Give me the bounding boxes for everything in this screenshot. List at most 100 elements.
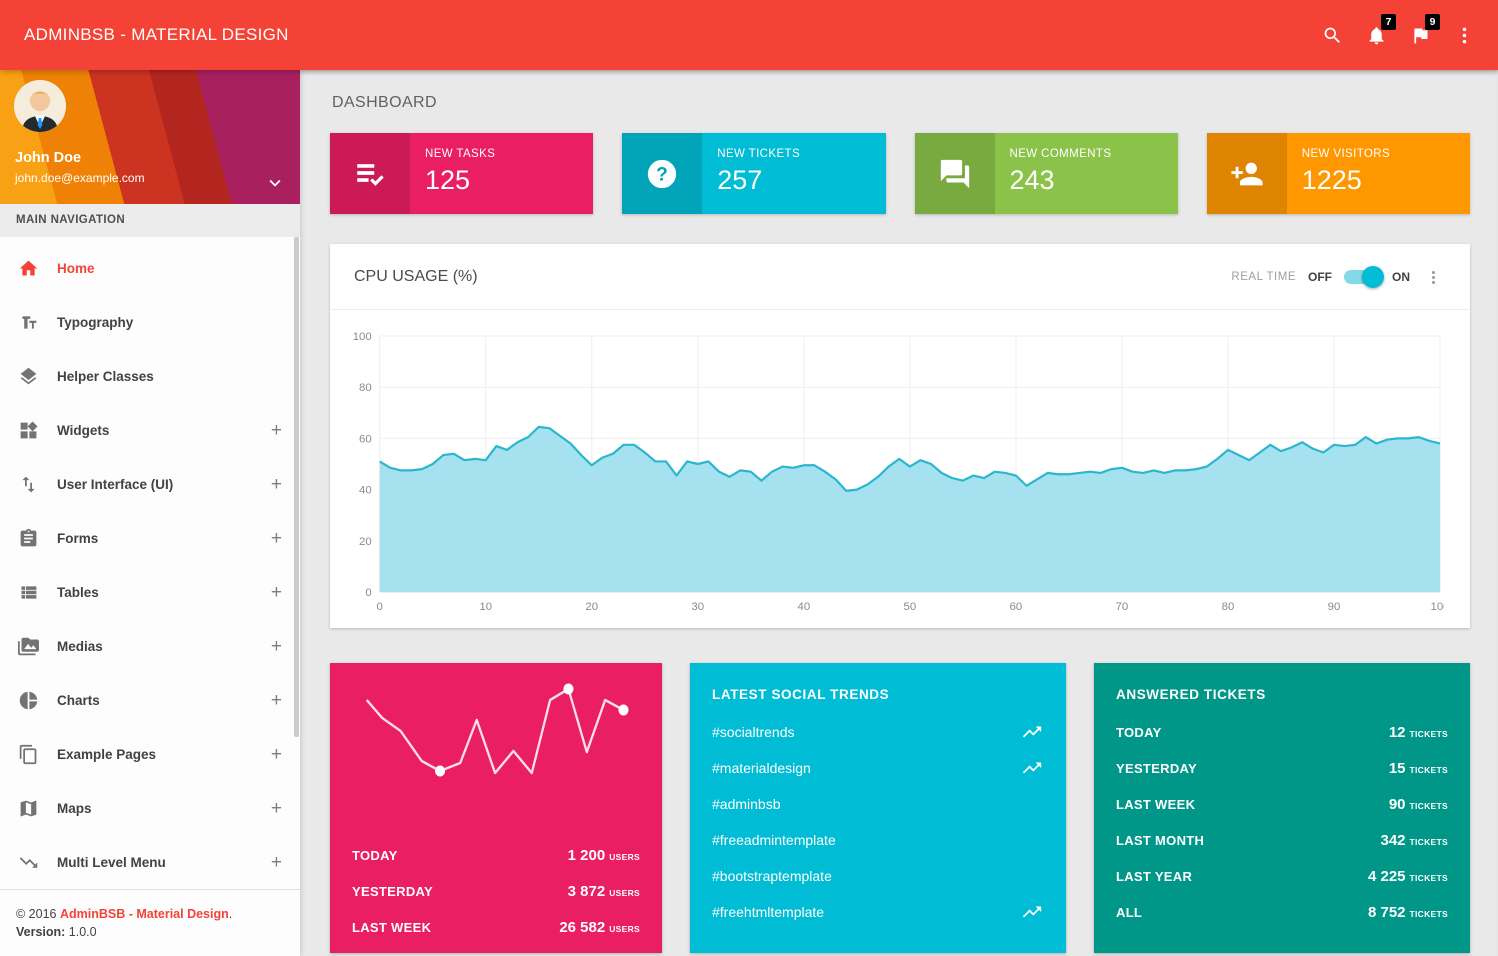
info-box-new-visitors: NEW VISITORS 1225	[1207, 133, 1470, 214]
sidebar-item-maps[interactable]: Maps +	[0, 781, 300, 835]
info-box-value: 257	[717, 165, 800, 196]
svg-text:90: 90	[1328, 601, 1341, 613]
ticket-row-all: ALL 8 752TICKETS	[1116, 894, 1448, 930]
user-email: john.doe@example.com	[15, 171, 145, 185]
table-list-icon	[17, 581, 39, 603]
expand-plus-icon[interactable]: +	[271, 745, 282, 764]
info-box-label: NEW COMMENTS	[1010, 148, 1112, 160]
header-icons: 7 9	[1310, 13, 1486, 57]
visitors-stats-card: TODAY 1 200USERS YESTERDAY 3 872USERS LA…	[330, 663, 662, 953]
social-trends-card: LATEST SOCIAL TRENDS #socialtrends #mate…	[690, 663, 1066, 953]
trend-item-freeadmintemplate[interactable]: #freeadmintemplate	[712, 822, 1044, 858]
svg-text:60: 60	[359, 433, 372, 445]
sidebar-scrollbar[interactable]	[294, 237, 299, 737]
swap-arrows-icon	[17, 473, 39, 495]
svg-text:30: 30	[691, 601, 704, 613]
info-boxes-row: NEW TASKS 125 ? NEW TICKETS 257 NEW COMM…	[330, 133, 1470, 214]
person-add-icon	[1207, 133, 1287, 214]
sparkline-svg	[330, 663, 662, 823]
pie-chart-icon	[17, 689, 39, 711]
version-line: Version: 1.0.0	[16, 925, 284, 939]
answered-tickets-card: ANSWERED TICKETS TODAY 12TICKETS YESTERD…	[1094, 663, 1470, 953]
flag-icon[interactable]: 9	[1398, 13, 1442, 57]
help-circle-icon: ?	[622, 133, 702, 214]
trending-up-icon	[1020, 756, 1044, 780]
user-info-panel: John Doe john.doe@example.com	[0, 70, 300, 204]
card-kebab-menu-icon[interactable]	[1420, 264, 1446, 290]
sidebar-item-charts[interactable]: Charts +	[0, 673, 300, 727]
svg-text:60: 60	[1010, 601, 1023, 613]
trend-item-socialtrends[interactable]: #socialtrends	[712, 714, 1044, 750]
svg-text:80: 80	[359, 382, 372, 394]
stat-row-yesterday: YESTERDAY 3 872USERS	[352, 873, 640, 909]
expand-plus-icon[interactable]: +	[271, 799, 282, 818]
sidebar-item-user-interface[interactable]: User Interface (UI) +	[0, 457, 300, 511]
ticket-row-last-year: LAST YEAR 4 225TICKETS	[1116, 858, 1448, 894]
sidebar-item-multi-level-menu[interactable]: Multi Level Menu +	[0, 835, 300, 889]
svg-text:80: 80	[1222, 601, 1235, 613]
ticket-row-last-week: LAST WEEK 90TICKETS	[1116, 786, 1448, 822]
copy-pages-icon	[17, 743, 39, 765]
sidebar-item-forms[interactable]: Forms +	[0, 511, 300, 565]
brand-link[interactable]: AdminBSB - Material Design	[60, 907, 229, 921]
sidebar-item-widgets[interactable]: Widgets +	[0, 403, 300, 457]
svg-text:40: 40	[797, 601, 810, 613]
sidebar-item-medias[interactable]: Medias +	[0, 619, 300, 673]
avatar[interactable]	[14, 80, 66, 132]
info-box-new-tasks: NEW TASKS 125	[330, 133, 593, 214]
media-image-icon	[17, 635, 39, 657]
expand-plus-icon[interactable]: +	[271, 475, 282, 494]
svg-text:20: 20	[585, 601, 598, 613]
sidebar: John Doe john.doe@example.com MAIN NAVIG…	[0, 70, 300, 956]
info-box-label: NEW TASKS	[425, 148, 495, 160]
sidebar-item-home[interactable]: Home	[0, 241, 300, 295]
main-content: DASHBOARD NEW TASKS 125 ? NEW TICKETS 25…	[300, 70, 1498, 956]
toggle-off-label: OFF	[1308, 270, 1332, 284]
flag-badge: 9	[1425, 14, 1440, 30]
trend-item-adminbsb[interactable]: #adminbsb	[712, 786, 1044, 822]
expand-plus-icon[interactable]: +	[271, 853, 282, 872]
sidebar-item-tables[interactable]: Tables +	[0, 565, 300, 619]
realtime-label: REAL TIME	[1231, 271, 1296, 283]
sparkline-chart	[330, 663, 662, 823]
sidebar-footer: © 2016 AdminBSB - Material Design. Versi…	[0, 889, 300, 956]
trend-item-materialdesign[interactable]: #materialdesign	[712, 750, 1044, 786]
expand-plus-icon[interactable]: +	[271, 637, 282, 656]
map-icon	[17, 797, 39, 819]
cpu-chart-svg: 0102030405060708090100020406080100	[344, 324, 1444, 620]
svg-text:100: 100	[1431, 601, 1444, 613]
expand-plus-icon[interactable]: +	[271, 421, 282, 440]
cpu-card-title: CPU USAGE (%)	[354, 268, 478, 286]
chevron-down-icon[interactable]	[262, 170, 288, 196]
trend-item-freehtmltemplate[interactable]: #freehtmltemplate	[712, 894, 1044, 930]
info-box-value: 1225	[1302, 165, 1390, 196]
sidebar-item-example-pages[interactable]: Example Pages +	[0, 727, 300, 781]
kebab-menu-icon[interactable]	[1442, 13, 1486, 57]
stat-row-today: TODAY 1 200USERS	[352, 837, 640, 873]
notifications-bell-icon[interactable]: 7	[1354, 13, 1398, 57]
trend-item-bootstraptemplate[interactable]: #bootstraptemplate	[712, 858, 1044, 894]
svg-text:?: ?	[656, 164, 668, 185]
app-header: ADMINBSB - MATERIAL DESIGN 7 9	[0, 0, 1498, 70]
ticket-rows: TODAY 12TICKETS YESTERDAY 15TICKETS LAST…	[1116, 714, 1448, 930]
svg-text:40: 40	[359, 485, 372, 497]
realtime-toggle[interactable]	[1344, 265, 1380, 289]
playlist-check-icon	[330, 133, 410, 214]
trending-up-icon	[1020, 720, 1044, 744]
expand-plus-icon[interactable]: +	[271, 691, 282, 710]
copyright-line: © 2016 AdminBSB - Material Design.	[16, 907, 284, 921]
info-box-label: NEW VISITORS	[1302, 148, 1390, 160]
expand-plus-icon[interactable]: +	[271, 529, 282, 548]
users-stat-rows: TODAY 1 200USERS YESTERDAY 3 872USERS LA…	[330, 823, 662, 945]
bottom-cards-row: TODAY 1 200USERS YESTERDAY 3 872USERS LA…	[330, 663, 1470, 953]
info-box-label: NEW TICKETS	[717, 148, 800, 160]
info-box-new-tickets: ? NEW TICKETS 257	[622, 133, 885, 214]
sidebar-item-helper-classes[interactable]: Helper Classes	[0, 349, 300, 403]
trending-down-icon	[17, 851, 39, 873]
svg-text:0: 0	[365, 587, 371, 599]
expand-plus-icon[interactable]: +	[271, 583, 282, 602]
search-icon[interactable]	[1310, 13, 1354, 57]
svg-text:10: 10	[479, 601, 492, 613]
sidebar-item-typography[interactable]: Typography	[0, 295, 300, 349]
app-title: ADMINBSB - MATERIAL DESIGN	[24, 25, 289, 45]
